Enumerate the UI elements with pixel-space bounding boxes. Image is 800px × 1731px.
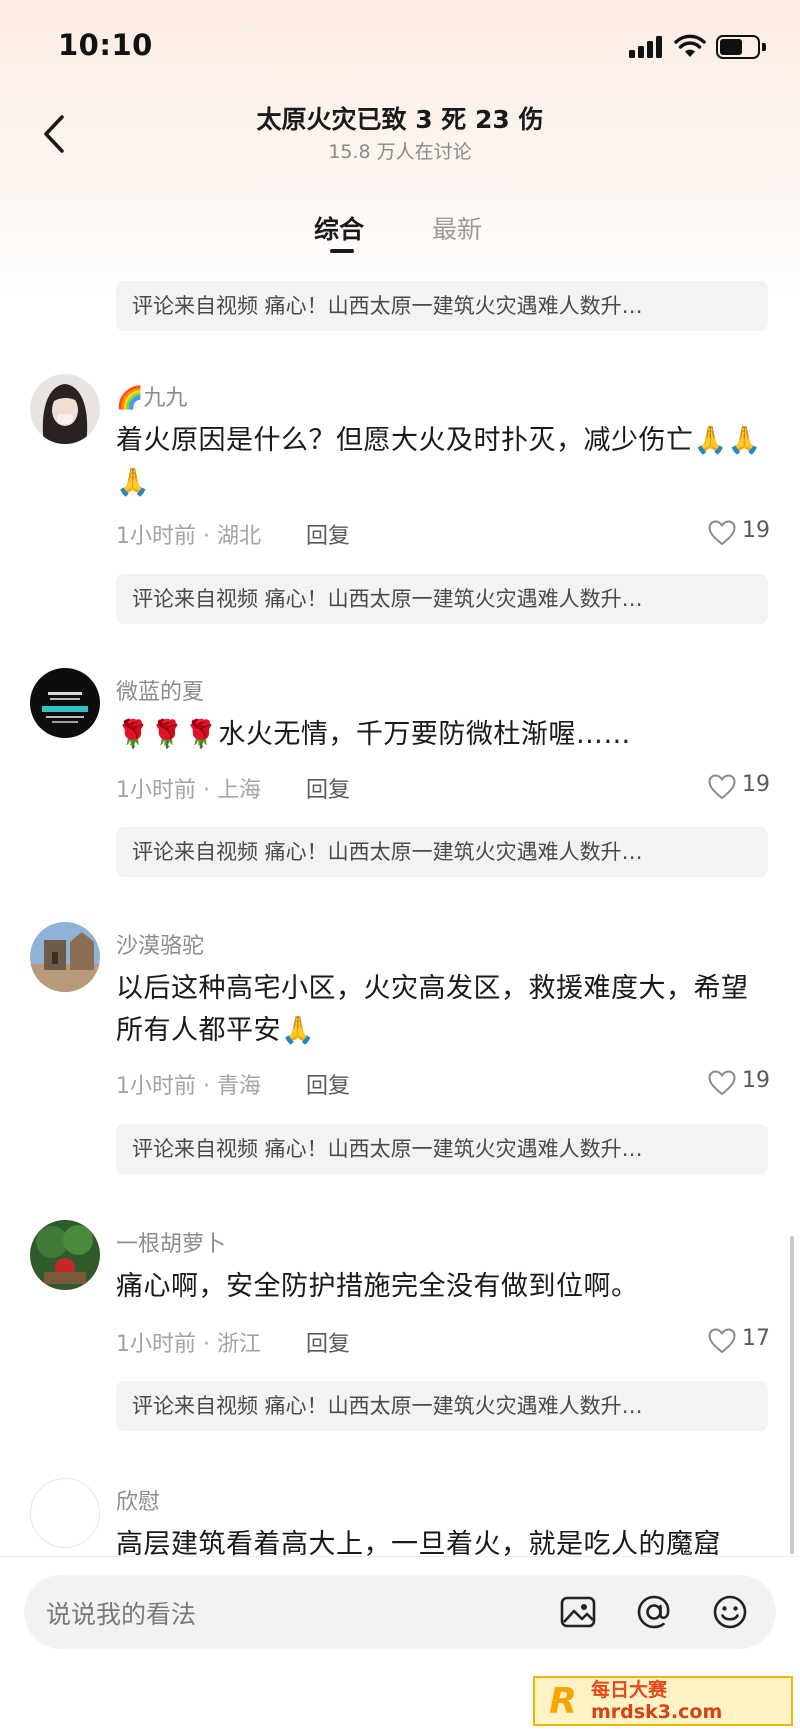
page-title: 太原火灾已致 3 死 23 伤 <box>256 105 544 134</box>
like-count: 19 <box>742 772 770 797</box>
heart-icon <box>708 774 736 800</box>
username[interactable]: 沙漠骆驼 <box>116 928 204 960</box>
tab-latest[interactable]: 最新 <box>432 210 482 246</box>
cellular-signal-icon <box>629 36 667 58</box>
comment-input[interactable]: 说说我的看法 <box>24 1575 776 1649</box>
watermark-logo: R <box>549 1680 577 1722</box>
heart-icon <box>708 1328 736 1354</box>
comment-text: 以后这种高宅小区，火灾高发区，救援难度大，希望所有人都平安🙏 <box>116 973 749 1046</box>
heart-icon <box>708 1070 736 1096</box>
reply-button[interactable]: 回复 <box>306 1326 350 1358</box>
username[interactable]: 欣慰 <box>116 1484 160 1516</box>
wifi-icon <box>674 34 706 57</box>
username[interactable]: 微蓝的夏 <box>116 674 204 706</box>
reply-button[interactable]: 回复 <box>306 518 350 550</box>
battery-icon <box>716 35 766 59</box>
like-count: 17 <box>742 1326 770 1351</box>
watermark-url: mrdsk3.com <box>591 1700 723 1723</box>
username[interactable]: 一根胡萝卜 <box>116 1226 226 1258</box>
comment-source-link[interactable]: 评论来自视频 痛心！山西太原一建筑火灾遇难人数升… <box>116 281 768 331</box>
comment-source-link[interactable]: 评论来自视频 痛心！山西太原一建筑火灾遇难人数升… <box>116 1124 768 1174</box>
heart-icon <box>708 520 736 546</box>
reply-button[interactable]: 回复 <box>306 1068 350 1100</box>
scrollbar[interactable] <box>790 1236 794 1554</box>
like-button[interactable]: 19 <box>708 1066 778 1100</box>
emoji-icon[interactable] <box>710 1592 750 1632</box>
username[interactable]: 🌈九九 <box>116 380 187 412</box>
comment-source-link[interactable]: 评论来自视频 痛心！山西太原一建筑火灾遇难人数升… <box>116 827 768 877</box>
avatar[interactable] <box>30 1478 100 1548</box>
avatar[interactable] <box>30 922 100 992</box>
image-icon[interactable] <box>558 1592 598 1632</box>
like-count: 19 <box>742 518 770 543</box>
like-button[interactable]: 19 <box>708 770 778 804</box>
like-button[interactable]: 17 <box>708 1324 778 1358</box>
watermark-name: 每日大赛 <box>591 1678 668 1701</box>
reply-button[interactable]: 回复 <box>306 772 350 804</box>
comment-meta: 1小时前 · 浙江 <box>116 1332 261 1357</box>
comment-text: 🌹🌹🌹水火无情，千万要防微杜渐喔…… <box>116 719 631 750</box>
status-time: 10:10 <box>58 28 153 62</box>
avatar[interactable] <box>30 374 100 444</box>
like-count: 19 <box>742 1068 770 1093</box>
like-button[interactable]: 19 <box>708 516 778 550</box>
comment-text: 着火原因是什么？但愿大火及时扑灭，减少伤亡🙏🙏🙏 <box>116 425 762 498</box>
avatar[interactable] <box>30 1220 100 1290</box>
active-tab-indicator <box>330 249 354 253</box>
discussion-count: 15.8 万人在讨论 <box>328 141 472 163</box>
input-placeholder: 说说我的看法 <box>46 1600 197 1629</box>
avatar[interactable] <box>30 668 100 738</box>
comment-source-link[interactable]: 评论来自视频 痛心！山西太原一建筑火灾遇难人数升… <box>116 1381 768 1431</box>
at-sign-icon[interactable] <box>634 1592 674 1632</box>
status-bar: 10:10 <box>0 0 800 96</box>
comment-meta: 1小时前 · 上海 <box>116 778 261 803</box>
comment-meta: 1小时前 · 湖北 <box>116 524 261 549</box>
tab-comprehensive[interactable]: 综合 <box>314 210 364 246</box>
comment-meta: 1小时前 · 青海 <box>116 1074 261 1099</box>
watermark-badge: R 每日大赛 mrdsk3.com <box>533 1676 793 1726</box>
comment-text: 痛心啊，安全防护措施完全没有做到位啊。 <box>116 1271 639 1302</box>
comment-source-link[interactable]: 评论来自视频 痛心！山西太原一建筑火灾遇难人数升… <box>116 574 768 624</box>
